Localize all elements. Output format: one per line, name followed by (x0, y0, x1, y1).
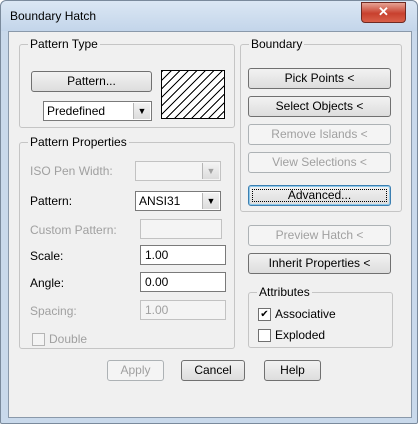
pattern-properties-legend: Pattern Properties (28, 135, 129, 149)
associative-checkbox[interactable]: ✔ (258, 308, 271, 321)
angle-field[interactable]: 0.00 (140, 272, 226, 292)
angle-label: Angle: (30, 276, 65, 290)
boundary-hatch-dialog: Boundary Hatch ✕ Pattern Type Pattern...… (0, 0, 418, 424)
cancel-button[interactable]: Cancel (181, 360, 245, 381)
view-selections-button[interactable]: View Selections < (248, 152, 391, 173)
pattern-type-value: Predefined (47, 104, 106, 118)
scale-label: Scale: (30, 249, 64, 263)
associative-label: Associative (275, 307, 336, 321)
inherit-properties-button[interactable]: Inherit Properties < (248, 253, 391, 274)
iso-pen-width-label: ISO Pen Width: (30, 164, 113, 178)
exploded-label: Exploded (275, 328, 326, 342)
pattern-properties-group: Pattern Properties ISO Pen Width: ▼ Patt… (19, 135, 235, 349)
custom-pattern-label: Custom Pattern: (30, 223, 117, 237)
remove-islands-button[interactable]: Remove Islands < (248, 124, 391, 145)
preview-hatch-button[interactable]: Preview Hatch < (248, 225, 391, 246)
pick-points-button[interactable]: Pick Points < (248, 68, 391, 89)
select-objects-button[interactable]: Select Objects < (248, 96, 391, 117)
boundary-group: Boundary Pick Points < Select Objects < … (240, 37, 402, 212)
focus-ring (252, 189, 387, 202)
double-label: Double (49, 332, 88, 346)
scale-field[interactable]: 1.00 (140, 245, 226, 265)
pattern-type-select[interactable]: Predefined ▼ (43, 101, 152, 121)
pattern-button[interactable]: Pattern... (31, 71, 152, 92)
chevron-down-icon[interactable]: ▼ (133, 103, 150, 119)
spacing-field[interactable]: 1.00 (140, 300, 226, 320)
pattern-select[interactable]: ANSI31 ▼ (135, 191, 221, 211)
title-bar[interactable]: Boundary Hatch ✕ (1, 1, 417, 31)
pattern-type-group: Pattern Type Pattern... Predefined ▼ (19, 37, 235, 128)
checkmark-icon: ✔ (260, 309, 269, 320)
custom-pattern-field[interactable] (140, 219, 222, 239)
close-icon: ✕ (378, 4, 389, 19)
chevron-down-icon[interactable]: ▼ (202, 193, 219, 209)
spacing-label: Spacing: (30, 304, 77, 318)
chevron-down-icon[interactable]: ▼ (202, 163, 219, 179)
attributes-group: Attributes ✔ Associative Exploded (248, 285, 393, 348)
close-button[interactable]: ✕ (361, 2, 406, 23)
dialog-body: Pattern Type Pattern... Predefined ▼ Pat… (8, 31, 412, 418)
advanced-button[interactable]: Advanced... (248, 185, 391, 206)
pattern-type-legend: Pattern Type (28, 37, 100, 51)
iso-pen-width-select[interactable]: ▼ (135, 161, 221, 181)
boundary-legend: Boundary (249, 37, 305, 51)
attributes-legend: Attributes (257, 285, 312, 299)
exploded-checkbox[interactable] (258, 329, 271, 342)
pattern-preview-swatch[interactable] (161, 70, 225, 119)
pattern-label: Pattern: (30, 194, 73, 208)
pattern-value: ANSI31 (139, 194, 181, 208)
window-title: Boundary Hatch (10, 9, 97, 23)
help-button[interactable]: Help (264, 360, 321, 381)
apply-button[interactable]: Apply (107, 360, 164, 381)
double-checkbox[interactable] (32, 333, 45, 346)
